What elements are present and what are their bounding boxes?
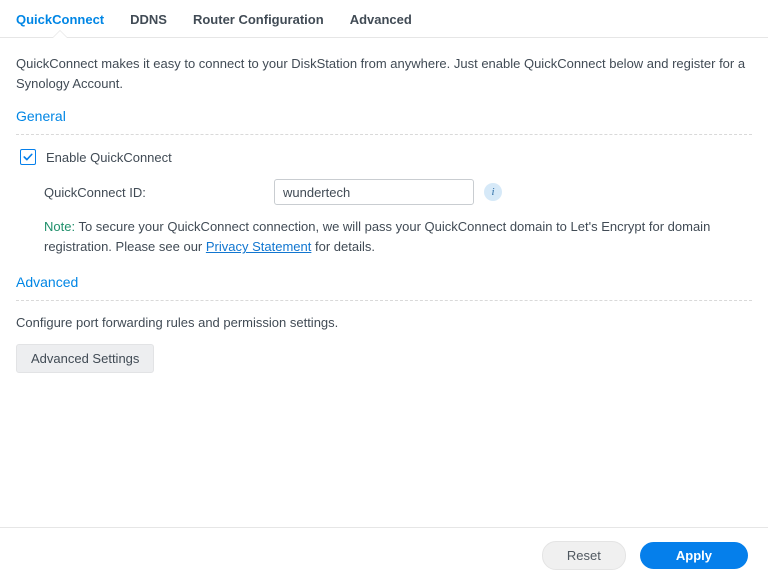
note-body-2: for details.: [311, 239, 375, 254]
quickconnect-id-input[interactable]: [274, 179, 474, 205]
note-text: Note: To secure your QuickConnect connec…: [44, 217, 752, 257]
apply-button[interactable]: Apply: [640, 542, 748, 569]
tab-ddns[interactable]: DDNS: [130, 12, 167, 37]
advanced-description: Configure port forwarding rules and perm…: [16, 315, 752, 330]
tabs-bar: QuickConnect DDNS Router Configuration A…: [0, 0, 768, 38]
enable-quickconnect-label: Enable QuickConnect: [46, 150, 172, 165]
advanced-settings-button[interactable]: Advanced Settings: [16, 344, 154, 373]
intro-text: QuickConnect makes it easy to connect to…: [16, 54, 752, 94]
reset-button[interactable]: Reset: [542, 541, 626, 570]
privacy-statement-link[interactable]: Privacy Statement: [206, 239, 312, 254]
section-divider: [16, 134, 752, 135]
quickconnect-id-label: QuickConnect ID:: [44, 185, 274, 200]
check-icon: [22, 151, 34, 163]
footer-bar: Reset Apply: [0, 527, 768, 583]
note-body-1: To secure your QuickConnect connection, …: [44, 219, 710, 254]
tab-quickconnect[interactable]: QuickConnect: [16, 12, 104, 37]
tab-router-configuration[interactable]: Router Configuration: [193, 12, 324, 37]
note-label: Note:: [44, 219, 75, 234]
info-icon[interactable]: i: [484, 183, 502, 201]
section-title-general: General: [16, 108, 752, 128]
tab-advanced[interactable]: Advanced: [350, 12, 412, 37]
section-divider: [16, 300, 752, 301]
section-title-advanced: Advanced: [16, 274, 752, 294]
content-panel: QuickConnect makes it easy to connect to…: [0, 38, 768, 531]
enable-quickconnect-checkbox[interactable]: [20, 149, 36, 165]
